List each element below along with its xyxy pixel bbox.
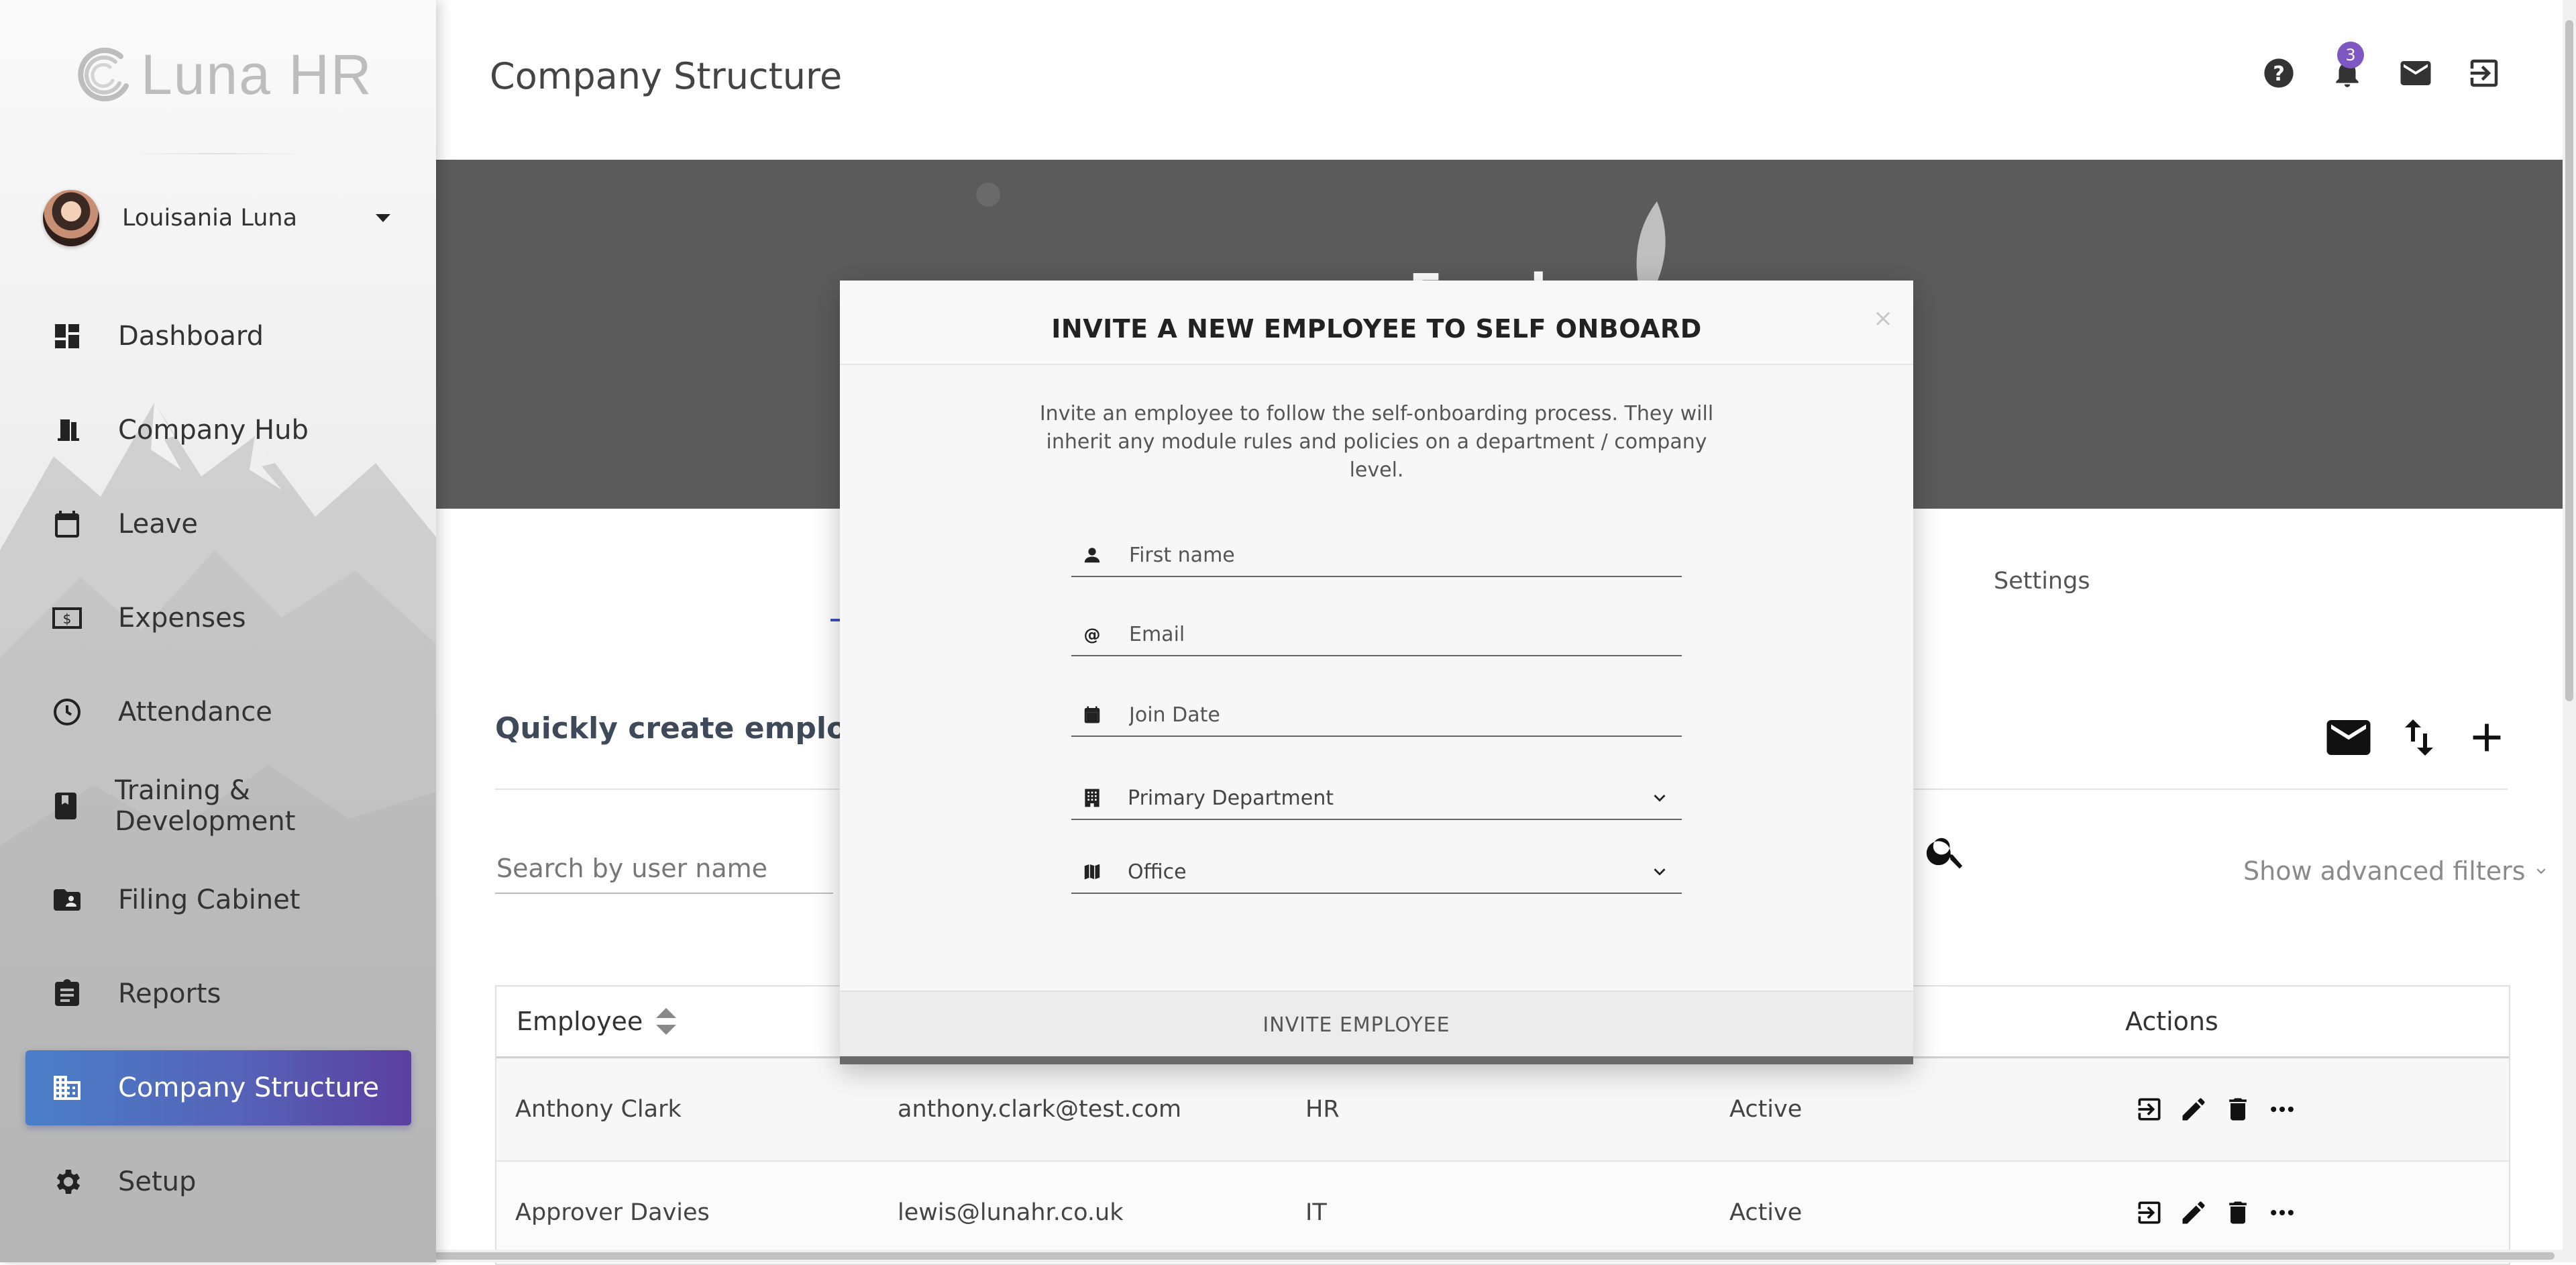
sidebar-item-company-hub[interactable]: Company Hub [25, 393, 411, 468]
at-sign-icon: @ [1078, 624, 1106, 644]
sidebar-item-dashboard[interactable]: Dashboard [25, 299, 411, 374]
sidebar-item-expenses[interactable]: $ Expenses [25, 580, 411, 656]
clipboard-icon [48, 975, 86, 1013]
building-icon [1078, 787, 1106, 809]
door-icon [48, 411, 86, 449]
modal-description: Invite an employee to follow the self-on… [1039, 402, 1714, 482]
domain-icon [48, 1069, 86, 1107]
vertical-scrollbar-thumb[interactable] [2565, 20, 2573, 701]
sidebar-item-label: Company Hub [118, 415, 309, 446]
sidebar-item-training[interactable]: Training & Development [25, 768, 411, 844]
calendar-icon [48, 505, 86, 543]
sidebar-item-filing-cabinet[interactable]: Filing Cabinet [25, 862, 411, 938]
sidebar-item-attendance[interactable]: Attendance [25, 674, 411, 750]
sidebar-item-label: Setup [118, 1166, 197, 1197]
sidebar: Luna HR Louisania Luna Dashboard Company… [0, 0, 436, 1262]
sidebar-nav: Dashboard Company Hub Leave $ Expenses A… [25, 299, 411, 1238]
dashboard-icon [48, 317, 86, 355]
invite-employee-modal: INVITE A NEW EMPLOYEE TO SELF ONBOARD × … [840, 281, 1913, 1064]
clock-icon [48, 693, 86, 731]
join-date-field[interactable] [1071, 694, 1682, 737]
chevron-down-icon[interactable] [1648, 787, 1671, 809]
sidebar-item-company-structure[interactable]: Company Structure [25, 1050, 411, 1125]
sidebar-item-label: Reports [118, 978, 221, 1009]
sidebar-item-label: Dashboard [118, 321, 264, 352]
join-date-input[interactable] [1128, 702, 1682, 727]
calendar-icon [1078, 705, 1106, 725]
user-name: Louisania Luna [122, 205, 298, 232]
first-name-input[interactable] [1128, 542, 1682, 568]
first-name-field[interactable] [1071, 534, 1682, 577]
book-icon [48, 787, 83, 825]
map-icon [1078, 862, 1106, 882]
sidebar-item-label: Training & Development [115, 775, 296, 837]
email-field[interactable]: @ [1071, 613, 1682, 656]
modal-title: INVITE A NEW EMPLOYEE TO SELF ONBOARD [1051, 314, 1702, 344]
modal-header: INVITE A NEW EMPLOYEE TO SELF ONBOARD × [840, 281, 1913, 365]
invite-employee-button[interactable]: INVITE EMPLOYEE [840, 991, 1913, 1058]
person-icon [1078, 545, 1106, 565]
sidebar-item-leave[interactable]: Leave [25, 487, 411, 562]
user-menu[interactable]: Louisania Luna [43, 188, 398, 248]
close-icon[interactable]: × [1873, 305, 1893, 332]
caret-down-icon[interactable] [376, 214, 390, 222]
sidebar-item-label: Filing Cabinet [118, 884, 301, 915]
office-value: Office [1128, 860, 1187, 884]
money-icon: $ [48, 599, 86, 637]
office-select[interactable]: Office [1071, 851, 1682, 894]
invite-employee-label: INVITE EMPLOYEE [1263, 1013, 1450, 1037]
primary-department-value: Primary Department [1128, 786, 1334, 810]
sidebar-item-reports[interactable]: Reports [25, 956, 411, 1031]
sidebar-item-label: Company Structure [118, 1072, 380, 1103]
sidebar-item-label: Expenses [118, 603, 246, 634]
chevron-down-icon[interactable] [1648, 860, 1671, 883]
logo: Luna HR [74, 42, 373, 106]
luna-logo-icon [78, 48, 129, 102]
sidebar-item-label: Attendance [118, 697, 272, 727]
email-input[interactable] [1128, 621, 1682, 647]
avatar [43, 190, 99, 246]
logo-divider [127, 153, 309, 154]
sidebar-item-label: Leave [118, 509, 198, 540]
svg-text:$: $ [63, 611, 72, 627]
primary-department-select[interactable]: Primary Department [1071, 777, 1682, 820]
modal-footer-bar [840, 1056, 1913, 1064]
svg-text:@: @ [1084, 625, 1101, 644]
folder-shared-icon [48, 881, 86, 919]
sidebar-item-setup[interactable]: Setup [25, 1144, 411, 1219]
gear-icon [48, 1163, 86, 1201]
logo-text: Luna HR [141, 42, 373, 106]
